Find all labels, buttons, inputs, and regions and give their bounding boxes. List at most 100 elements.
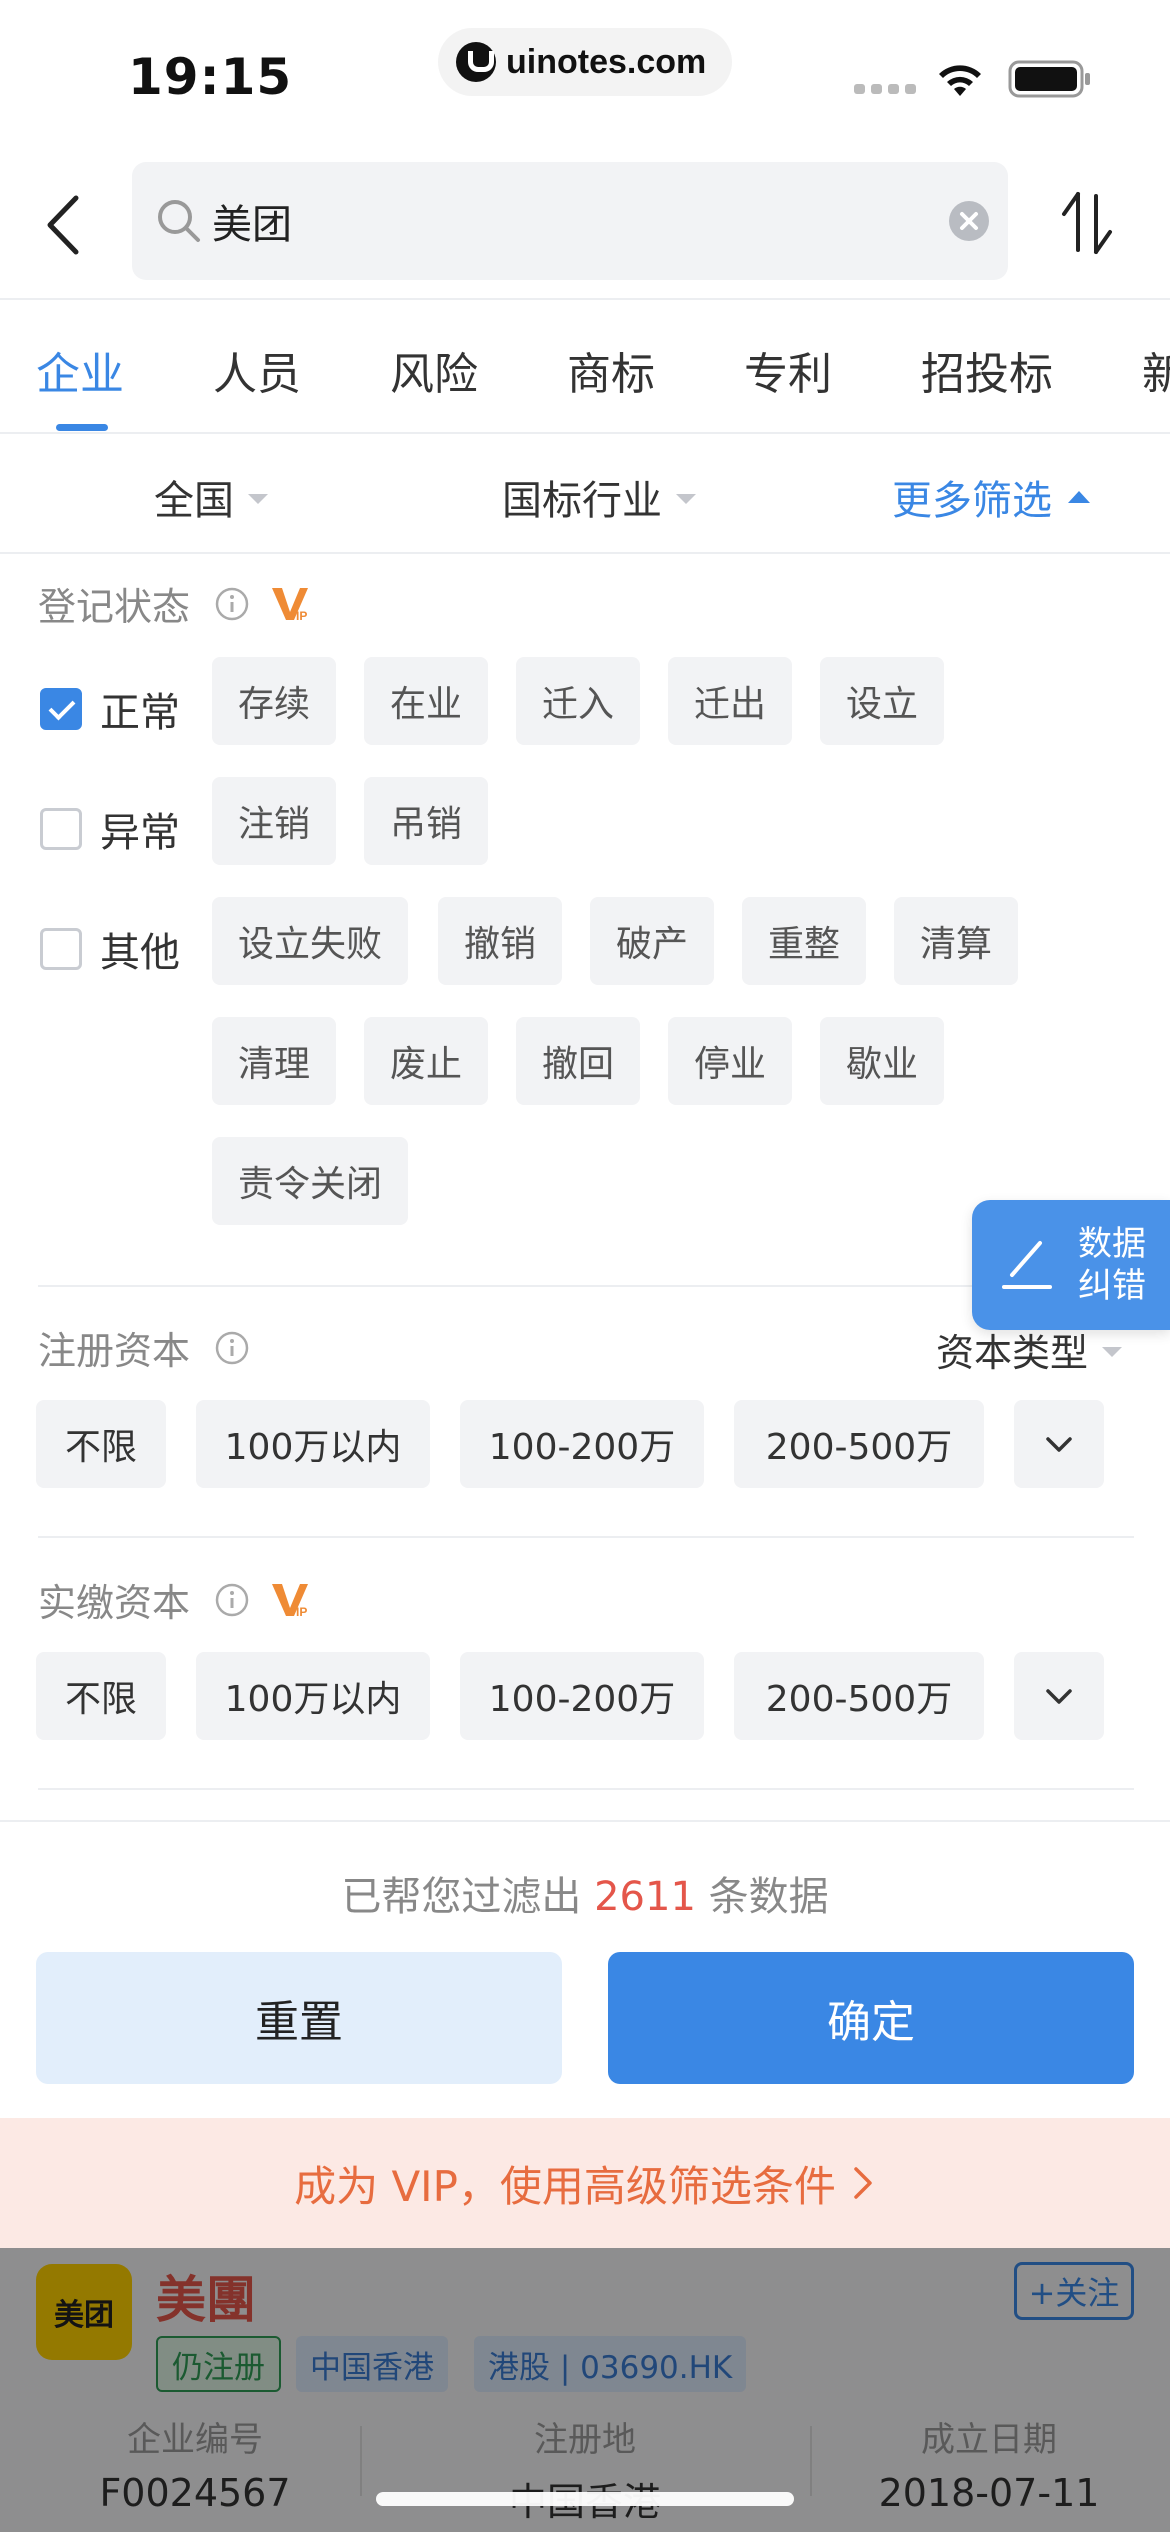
chip-option[interactable]: 200-500万 [734,1652,984,1740]
caret-up-icon [1068,491,1090,503]
capital-type-label: 资本类型 [936,1331,1089,1375]
column-divider [360,2426,362,2496]
chip-option[interactable]: 设立 [820,657,944,745]
search-icon [158,200,200,242]
filter-summary-panel: 已帮您过滤出 2611 条数据 重置 确定 [0,1820,1170,2118]
vip-icon: IP [272,587,309,623]
chevron-right-icon [854,2167,872,2199]
site-logo-icon [456,42,496,82]
tab-people[interactable]: 人员 [213,338,301,402]
home-indicator[interactable] [376,2492,794,2506]
region-filter-label: 全国 [154,478,234,524]
url-pill[interactable]: uinotes.com [438,28,732,96]
tab-risk[interactable]: 风险 [390,338,478,402]
capital-type-dropdown[interactable]: 资本类型 [936,1322,1123,1377]
battery-icon [1008,60,1090,98]
checkbox-label: 其他 [100,930,180,976]
info-label: 注册地 [534,2420,636,2460]
chip-option[interactable]: 在业 [364,657,488,745]
chip-option[interactable]: 不限 [36,1400,166,1488]
checkbox-label: 异常 [100,810,180,856]
section-divider [38,1788,1134,1790]
chip-option[interactable]: 吊销 [364,777,488,865]
column-divider [810,2426,812,2496]
caret-down-icon [676,494,696,504]
tab-patent[interactable]: 专利 [744,338,832,402]
follow-button: +关注 [1014,2262,1134,2320]
info-column: 成立日期 2018-07-11 [824,2412,1154,2515]
reset-button[interactable]: 重置 [36,1952,562,2084]
status-badge: 仍注册 [156,2336,281,2392]
result-count: 2611 [594,1874,696,1920]
chip-option[interactable]: 100-200万 [460,1400,704,1488]
sort-icon[interactable] [1056,188,1118,258]
checkbox-checked-icon [40,688,82,730]
chip-option[interactable]: 100-200万 [460,1652,704,1740]
info-column: 注册地 中国香港 [420,2412,750,2526]
expand-options-button[interactable] [1014,1400,1104,1488]
chevron-down-icon [1046,1437,1072,1452]
industry-filter[interactable]: 国标行业 [502,468,696,526]
section-title-text: 实缴资本 [38,1581,191,1625]
chip-option[interactable]: 存续 [212,657,336,745]
chip-option[interactable]: 破产 [590,897,714,985]
tab-more[interactable]: 新 [1142,338,1170,402]
info-value: F0024567 [99,2471,291,2515]
more-filters[interactable]: 更多筛选 [892,468,1090,526]
back-arrow-icon[interactable] [40,190,90,260]
filter-bar: 全国 国标行业 更多筛选 [0,434,1170,554]
chip-option[interactable]: 撤销 [438,897,562,985]
chip-option[interactable]: 设立失败 [212,897,408,985]
chip-option[interactable]: 200-500万 [734,1400,984,1488]
section-divider [38,1285,1134,1287]
search-input[interactable] [212,198,852,244]
chip-option[interactable]: 歇业 [820,1017,944,1105]
category-tabs: 企业 人员 风险 商标 专利 招投标 新 [0,300,1170,432]
chip-option[interactable]: 撤回 [516,1017,640,1105]
chip-option[interactable]: 清理 [212,1017,336,1105]
status-bar: 19:15 uinotes.com [0,0,1170,150]
info-label: 企业编号 [127,2420,263,2460]
industry-filter-label: 国标行业 [502,478,662,524]
info-icon[interactable] [214,1330,250,1366]
section-title-text: 注册资本 [38,1329,191,1373]
chip-option[interactable]: 100万以内 [196,1400,430,1488]
tab-company[interactable]: 企业 [36,338,124,402]
region-filter[interactable]: 全国 [154,468,268,526]
cellular-signal-icon [854,84,916,94]
expand-options-button[interactable] [1014,1652,1104,1740]
chip-option[interactable]: 废止 [364,1017,488,1105]
status-other-checkbox[interactable]: 其他 [40,920,180,978]
caret-down-icon [248,494,268,504]
registration-status-title: 登记状态 IP [38,576,314,631]
registered-capital-title: 注册资本 [38,1320,250,1375]
info-icon[interactable] [214,1582,250,1618]
chip-option[interactable]: 注销 [212,777,336,865]
confirm-button[interactable]: 确定 [608,1952,1134,2084]
chip-option[interactable]: 100万以内 [196,1652,430,1740]
chip-option[interactable]: 责令关闭 [212,1137,408,1225]
chip-option[interactable]: 重整 [742,897,866,985]
chip-option[interactable]: 清算 [894,897,1018,985]
tab-trademark[interactable]: 商标 [567,338,655,402]
clear-icon[interactable] [948,200,990,242]
status-time: 19:15 [128,48,293,106]
info-icon[interactable] [214,586,250,622]
chip-option[interactable]: 停业 [668,1017,792,1105]
status-abnormal-checkbox[interactable]: 异常 [40,800,180,858]
search-box[interactable] [132,162,1008,280]
chip-option[interactable]: 不限 [36,1652,166,1740]
data-correction-button[interactable]: 数据纠错 [972,1200,1170,1330]
summary-suffix: 条数据 [708,1874,829,1920]
status-normal-checkbox[interactable]: 正常 [40,680,180,738]
svg-text:IP: IP [296,1605,307,1619]
chip-option[interactable]: 迁入 [516,657,640,745]
vip-icon: IP [272,1583,309,1619]
search-header [0,150,1170,300]
section-title-text: 登记状态 [38,585,191,629]
vip-upgrade-banner[interactable]: 成为 VIP，使用高级筛选条件 [0,2118,1170,2248]
chip-option[interactable]: 迁出 [668,657,792,745]
active-tab-indicator [56,424,108,431]
caret-down-icon [1102,1346,1123,1357]
tab-bidding[interactable]: 招投标 [921,338,1053,402]
